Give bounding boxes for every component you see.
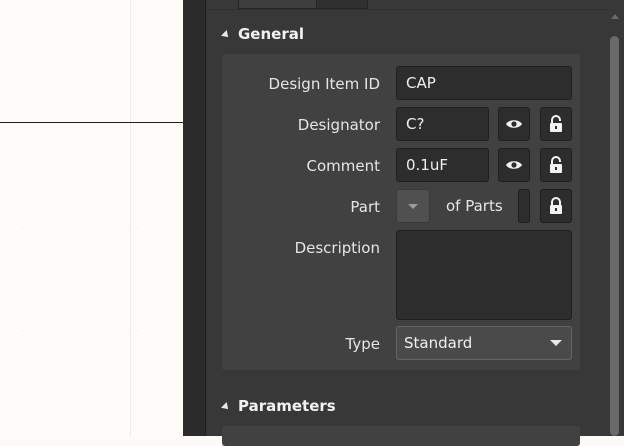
section-title-general: General [238, 25, 304, 43]
of-parts-label: of Parts [446, 197, 503, 215]
collapse-triangle-icon[interactable] [221, 401, 231, 412]
description-field[interactable] [396, 230, 572, 320]
chevron-down-icon [550, 340, 562, 346]
type-selected-value: Standard [404, 334, 473, 352]
row-design-item-id: Design Item ID CAP [222, 66, 580, 102]
type-label: Type [345, 335, 380, 353]
eye-icon [506, 120, 522, 128]
designator-field[interactable]: C? [396, 107, 489, 141]
chevron-down-icon [408, 203, 418, 209]
grid-dot [22, 330, 25, 331]
eye-icon [506, 161, 522, 169]
scrollbar-thumb[interactable] [610, 36, 619, 436]
lock-icon [550, 197, 562, 214]
part-lock-button[interactable] [540, 189, 572, 223]
design-item-id-field[interactable]: CAP [396, 66, 572, 100]
comment-visibility-button[interactable] [498, 148, 530, 182]
comment-field[interactable]: 0.1uF [396, 148, 489, 182]
grid-dot [135, 228, 138, 229]
section-title-parameters: Parameters [238, 397, 336, 415]
row-description: Description [222, 230, 580, 320]
panel-scrollbar[interactable] [610, 14, 620, 436]
parts-count-field [518, 189, 530, 223]
type-select[interactable]: Standard [396, 326, 572, 360]
row-part: Part of Parts [222, 189, 580, 225]
canvas-wire [0, 122, 183, 123]
canvas-grid-line [130, 0, 131, 436]
grid-dot [22, 228, 25, 229]
lock-icon [550, 115, 562, 132]
collapse-triangle-icon[interactable] [221, 29, 231, 40]
scroll-up-arrow-icon[interactable] [611, 14, 619, 19]
part-spinner[interactable] [396, 189, 430, 223]
row-designator: Designator C? [222, 107, 580, 143]
tab-divider [206, 9, 606, 10]
row-type: Type Standard [222, 326, 580, 362]
comment-label: Comment [306, 157, 381, 175]
panel-tab-strip [206, 0, 606, 10]
designator-visibility-button[interactable] [498, 107, 530, 141]
lock-icon [550, 156, 562, 173]
designator-lock-button[interactable] [540, 107, 572, 141]
row-comment: Comment 0.1uF [222, 148, 580, 184]
general-group: Design Item ID CAP Designator C? Comment… [222, 54, 580, 370]
section-header-general[interactable]: General [221, 23, 304, 45]
comment-lock-button[interactable] [540, 148, 572, 182]
schematic-canvas[interactable] [0, 0, 183, 436]
grid-dot [135, 330, 138, 331]
panel-tab-active[interactable] [316, 0, 368, 9]
panel-tab[interactable] [238, 0, 318, 9]
description-label: Description [294, 239, 380, 257]
designator-label: Designator [297, 116, 380, 134]
design-item-id-label: Design Item ID [268, 75, 380, 93]
section-header-parameters[interactable]: Parameters [221, 395, 336, 417]
part-label: Part [350, 198, 380, 216]
parameters-group [222, 426, 580, 446]
properties-panel-body: General Design Item ID CAP Designator C? [206, 0, 624, 446]
properties-panel: General Design Item ID CAP Designator C? [183, 0, 624, 446]
